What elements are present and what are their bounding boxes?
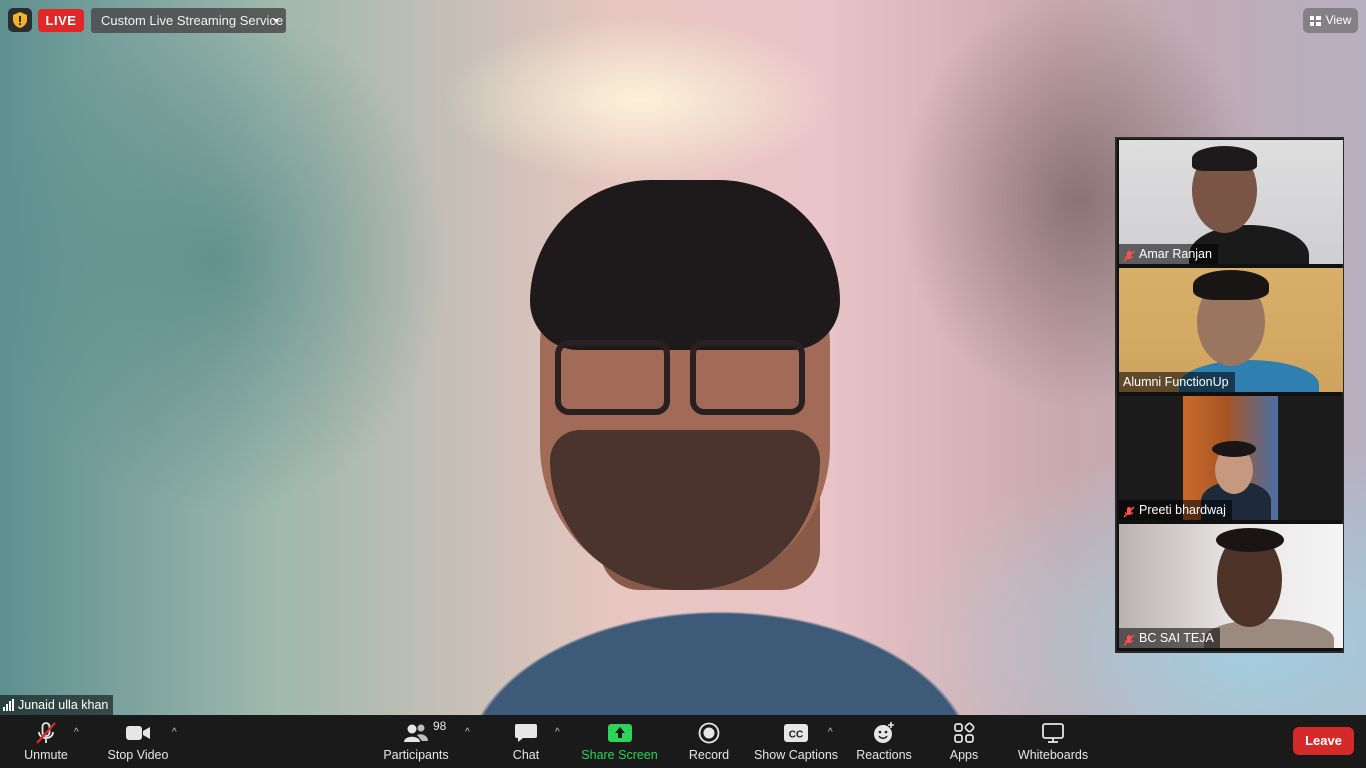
participant-tile[interactable]: Amar Ranjan [1119,140,1343,264]
security-shield-icon[interactable] [8,8,32,32]
cc-icon-text: CC [789,730,803,741]
whiteboard-icon [1041,721,1065,745]
participant-gallery: Amar Ranjan Alumni FunctionUp Preeti bha… [1115,137,1344,653]
participants-label: Participants [383,748,449,762]
reactions-button[interactable]: Reactions [856,715,912,768]
unmute-button[interactable]: Unmute [20,715,72,768]
chat-button[interactable]: Chat [508,715,544,768]
participants-button[interactable]: 98 Participants [383,715,449,768]
closed-captions-icon: CC [783,721,809,745]
participant-name-tag: Amar Ranjan [1119,244,1218,264]
participant-name-tag: Alumni FunctionUp [1119,372,1235,392]
stop-video-button[interactable]: Stop Video [106,715,170,768]
view-label: View [1325,13,1352,27]
participant-name: Amar Ranjan [1139,247,1212,261]
live-badge: LIVE [38,9,84,32]
caret-down-icon [273,19,279,23]
smiley-plus-icon [872,721,896,745]
video-camera-icon [125,721,151,745]
show-captions-button[interactable]: CC Show Captions [753,715,839,768]
participant-name-tag: BC SAI TEJA [1119,628,1220,648]
share-screen-label: Share Screen [581,748,658,762]
participant-name-tag: Preeti bhardwaj [1119,500,1232,520]
speaker-name: Junaid ulla khan [18,698,109,712]
participant-tile[interactable]: Alumni FunctionUp [1119,268,1343,392]
participants-icon: 98 [403,719,446,745]
chat-label: Chat [512,748,540,762]
whiteboards-button[interactable]: Whiteboards [1017,715,1089,768]
speaker-name-tag: Junaid ulla khan [0,695,114,715]
muted-mic-icon [1123,632,1135,646]
participant-name: Preeti bhardwaj [1139,503,1226,517]
record-button[interactable]: Record [688,715,730,768]
apps-button[interactable]: Apps [946,715,982,768]
stream-service-label: Custom Live Streaming Service [101,13,284,28]
record-icon [698,721,720,745]
video-options-chevron-icon[interactable]: ^ [172,727,177,738]
captions-options-chevron-icon[interactable]: ^ [828,727,833,738]
view-button[interactable]: View [1303,8,1358,33]
chat-options-chevron-icon[interactable]: ^ [555,727,560,738]
participant-name: BC SAI TEJA [1139,631,1214,645]
stop-video-label: Stop Video [107,748,169,762]
participant-tile[interactable]: BC SAI TEJA [1119,524,1343,648]
record-label: Record [688,748,730,762]
apps-icon [953,721,975,745]
muted-mic-icon [34,721,58,745]
participants-options-chevron-icon[interactable]: ^ [465,727,470,738]
muted-mic-icon [1123,504,1135,518]
audio-options-chevron-icon[interactable]: ^ [74,727,79,738]
signal-strength-icon [3,699,14,711]
live-streaming-service-dropdown[interactable]: Custom Live Streaming Service [91,8,286,33]
show-captions-label: Show Captions [753,748,839,762]
share-screen-arrow-icon [607,721,633,745]
chat-bubble-icon [514,721,538,745]
participant-name: Alumni FunctionUp [1123,375,1229,389]
whiteboards-label: Whiteboards [1017,748,1089,762]
apps-label: Apps [949,748,979,762]
reactions-label: Reactions [856,748,912,762]
share-screen-button[interactable]: Share Screen [581,715,658,768]
grid-icon [1309,15,1321,26]
unmute-label: Unmute [24,748,68,762]
meeting-toolbar: Unmute ^ Stop Video ^ 98 Participants ^ … [0,715,1366,768]
muted-mic-icon [1123,248,1135,262]
participants-count: 98 [433,719,447,733]
leave-button[interactable]: Leave [1293,727,1354,755]
participant-tile[interactable]: Preeti bhardwaj [1119,396,1343,520]
speaker-figure [300,180,1140,715]
